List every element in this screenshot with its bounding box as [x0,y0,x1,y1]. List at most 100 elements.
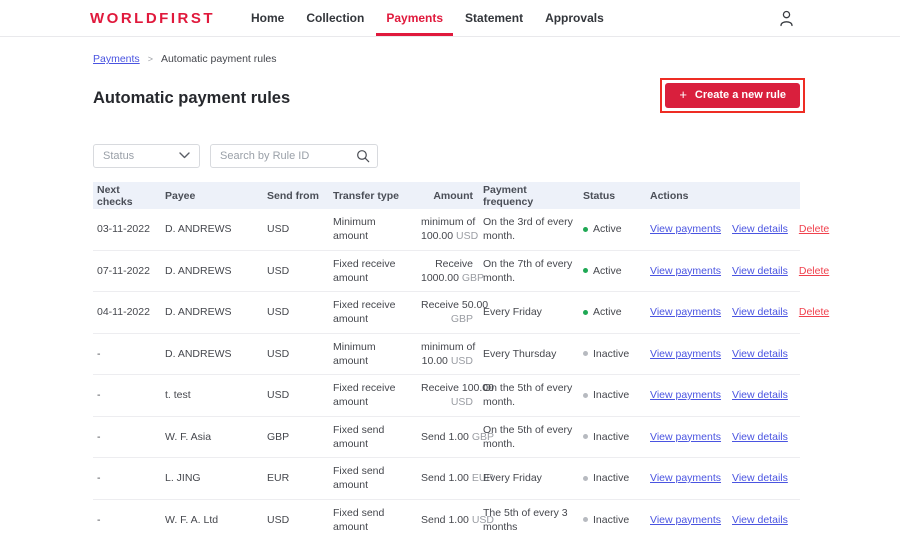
nav-item-home[interactable]: Home [249,0,286,36]
cell-next_check: 03-11-2022 [93,220,161,238]
nav-item-collection[interactable]: Collection [304,0,366,36]
amount-line: 10.00 USD [421,354,473,368]
cell-amount: Send 1.00 GBP [417,428,479,446]
column-header-payee: Payee [161,190,263,202]
table-row-8: -W. F. A. LtdUSDFixed send amountSend 1.… [93,500,800,536]
column-header-status: Status [579,190,646,202]
delete-link[interactable]: Delete [799,264,829,278]
view-details-link[interactable]: View details [732,388,788,402]
amount-currency: GBP [451,313,473,325]
status-active-dot [583,310,588,315]
view-details-link[interactable]: View details [732,471,788,485]
view-payments-link[interactable]: View payments [650,513,721,527]
cell-status: Inactive [579,469,646,487]
cell-send_from: USD [263,511,329,529]
status-label: Inactive [593,471,629,485]
user-account-icon[interactable] [779,10,794,32]
amount-value: Send 1.00 [421,472,469,484]
amount-line: 100.00 USD [421,229,473,243]
worldfirst-logo[interactable]: WORLDFIRST [90,10,215,27]
view-payments-link[interactable]: View payments [650,305,721,319]
main-nav: Home Collection Payments Statement Approvals [249,0,606,36]
cell-next_check: - [93,469,161,487]
cell-next_check: - [93,428,161,446]
breadcrumb-item-payments[interactable]: Payments [93,53,140,65]
view-details-link[interactable]: View details [732,430,788,444]
status-label: Inactive [593,513,629,527]
cell-send_from: USD [263,386,329,404]
column-header-actions: Actions [646,190,800,202]
table-row-4: -D. ANDREWSUSDMinimum amountminimum of10… [93,334,800,376]
amount-value: minimum of [421,341,475,353]
view-payments-link[interactable]: View payments [650,222,721,236]
cell-status: Inactive [579,386,646,404]
view-payments-link[interactable]: View payments [650,471,721,485]
amount-value: Send 1.00 [421,514,469,526]
delete-link[interactable]: Delete [799,222,829,236]
status-active-dot [583,227,588,232]
breadcrumb: Payments>Automatic payment rules [0,37,900,65]
amount-line: 1000.00 GBP [421,271,473,285]
cell-actions: View paymentsView detailsDelete [646,303,800,321]
status-inactive-dot [583,476,588,481]
status-label: Active [593,264,622,278]
view-details-link[interactable]: View details [732,222,788,236]
cell-next_check: - [93,386,161,404]
cell-frequency: On the 3rd of every month. [479,213,579,245]
breadcrumb-item-automatic-payment-rules: Automatic payment rules [161,53,277,65]
view-details-link[interactable]: View details [732,305,788,319]
view-details-link[interactable]: View details [732,513,788,527]
cell-transfer_type: Minimum amount [329,213,417,245]
nav-item-payments[interactable]: Payments [384,0,445,36]
delete-link[interactable]: Delete [799,305,829,319]
cell-frequency: Every Thursday [479,345,579,363]
view-payments-link[interactable]: View payments [650,430,721,444]
cell-send_from: USD [263,262,329,280]
main-content: Automatic payment rules + Create a new r… [0,89,900,536]
view-details-link[interactable]: View details [732,347,788,361]
cell-payee: W. F. Asia [161,428,263,446]
cell-status: Active [579,220,646,238]
cell-frequency: Every Friday [479,303,579,321]
status-inactive-dot [583,351,588,356]
view-details-link[interactable]: View details [732,264,788,278]
cell-payee: D. ANDREWS [161,262,263,280]
column-header-frequency: Payment frequency [479,184,579,208]
view-payments-link[interactable]: View payments [650,347,721,361]
nav-item-statement[interactable]: Statement [463,0,525,36]
cell-payee: L. JING [161,469,263,487]
cell-amount: Send 1.00 EUR [417,469,479,487]
cell-amount: minimum of100.00 USD [417,213,479,245]
nav-item-approvals[interactable]: Approvals [543,0,606,36]
amount-currency: USD [451,396,473,408]
amount-line: Receive 50.00 [421,298,473,312]
cell-payee: D. ANDREWS [161,303,263,321]
cell-transfer_type: Fixed receive amount [329,296,417,328]
status-active-dot [583,268,588,273]
amount-line: GBP [421,312,473,326]
rules-table: Next checksPayeeSend fromTransfer typeAm… [93,182,800,536]
create-new-rule-button[interactable]: + Create a new rule [665,83,800,108]
amount-value: Send 1.00 [421,431,469,443]
cell-status: Active [579,262,646,280]
cell-send_from: GBP [263,428,329,446]
cell-transfer_type: Fixed send amount [329,504,417,536]
cell-transfer_type: Fixed receive amount [329,255,417,287]
status-filter-select[interactable]: Status [93,144,200,168]
view-payments-link[interactable]: View payments [650,264,721,278]
amount-line: Receive [421,257,473,271]
column-header-next_check: Next checks [93,184,161,208]
amount-line: Send 1.00 EUR [421,471,473,485]
search-icon[interactable] [356,149,370,168]
table-body: 03-11-2022D. ANDREWSUSDMinimum amountmin… [93,209,800,536]
cell-status: Inactive [579,428,646,446]
status-filter-placeholder: Status [103,150,134,162]
cell-amount: Receive1000.00 GBP [417,255,479,287]
cell-amount: minimum of10.00 USD [417,338,479,370]
plus-icon: + [679,90,687,100]
cell-actions: View paymentsView detailsDelete [646,220,800,238]
cell-status: Active [579,303,646,321]
view-payments-link[interactable]: View payments [650,388,721,402]
rule-search-input[interactable] [210,144,378,168]
table-header-row: Next checksPayeeSend fromTransfer typeAm… [93,182,800,209]
